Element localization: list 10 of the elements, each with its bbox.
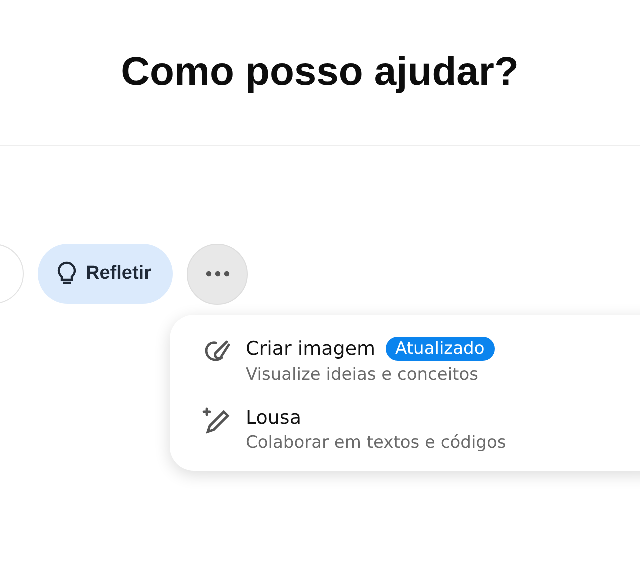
ellipsis-icon xyxy=(206,271,230,277)
sparkle-pencil-icon xyxy=(202,407,232,437)
lightbulb-icon xyxy=(56,261,78,287)
refletir-button[interactable]: Refletir xyxy=(38,244,174,304)
menu-item-title[interactable]: Lousa xyxy=(246,407,302,429)
menu-item-title[interactable]: Criar imagem xyxy=(246,338,376,360)
menu-item-description: Colaborar em textos e códigos xyxy=(246,433,506,453)
updated-badge: Atualizado xyxy=(386,337,495,361)
page-heading: Como posso ajudar? xyxy=(121,50,519,95)
menu-item-description: Visualize ideias e conceitos xyxy=(246,365,480,385)
